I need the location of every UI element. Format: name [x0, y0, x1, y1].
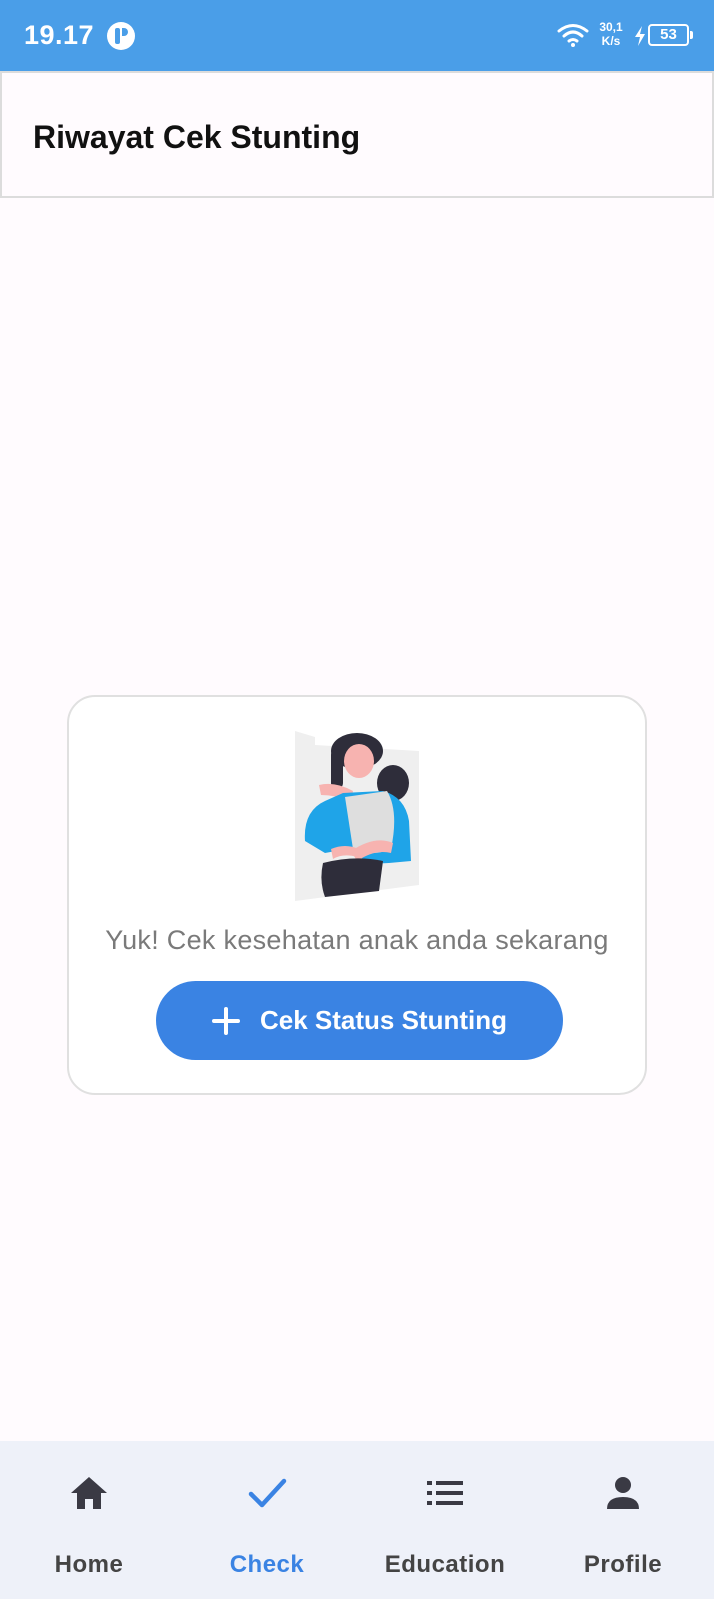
nav-label-profile: Profile — [583, 1551, 663, 1578]
home-icon — [71, 1477, 107, 1509]
empty-state-message: Yuk! Cek kesehatan anak anda sekarang — [105, 925, 609, 955]
person-icon — [607, 1477, 639, 1509]
nav-item-check[interactable]: Check — [178, 1441, 356, 1599]
wifi-icon — [557, 24, 589, 47]
network-speed-value: 30,1 — [599, 20, 623, 34]
network-speed: 30,1 K/s — [598, 20, 624, 48]
nav-label-check: Check — [229, 1551, 305, 1578]
battery-level: 53 — [660, 26, 677, 43]
nav-label-home: Home — [54, 1551, 124, 1578]
empty-state-card: Yuk! Cek kesehatan anak anda sekarang Ce… — [67, 695, 647, 1095]
check-stunting-status-button[interactable]: Cek Status Stunting — [156, 981, 563, 1060]
network-speed-unit: K/s — [601, 34, 621, 48]
list-icon — [427, 1481, 463, 1505]
notification-app-icon — [107, 22, 135, 50]
page-title: Riwayat Cek Stunting — [33, 119, 361, 155]
status-time: 19.17 — [24, 20, 95, 50]
check-stunting-status-label: Cek Status Stunting — [259, 1005, 507, 1035]
nav-item-education[interactable]: Education — [356, 1441, 534, 1599]
check-icon — [248, 1478, 287, 1508]
app-bar: Riwayat Cek Stunting — [0, 71, 714, 198]
nav-item-profile[interactable]: Profile — [534, 1441, 712, 1599]
charging-bolt-icon — [635, 26, 645, 46]
battery-icon: 53 — [648, 24, 693, 46]
plus-icon — [211, 1006, 240, 1035]
status-bar: 19.17 30,1 K/s 53 — [0, 0, 714, 71]
woman-hugging-child-illustration — [295, 731, 419, 901]
nav-label-education: Education — [384, 1551, 506, 1578]
nav-item-home[interactable]: Home — [0, 1441, 178, 1599]
bottom-navigation: Home Check Education Profile — [0, 1441, 714, 1599]
